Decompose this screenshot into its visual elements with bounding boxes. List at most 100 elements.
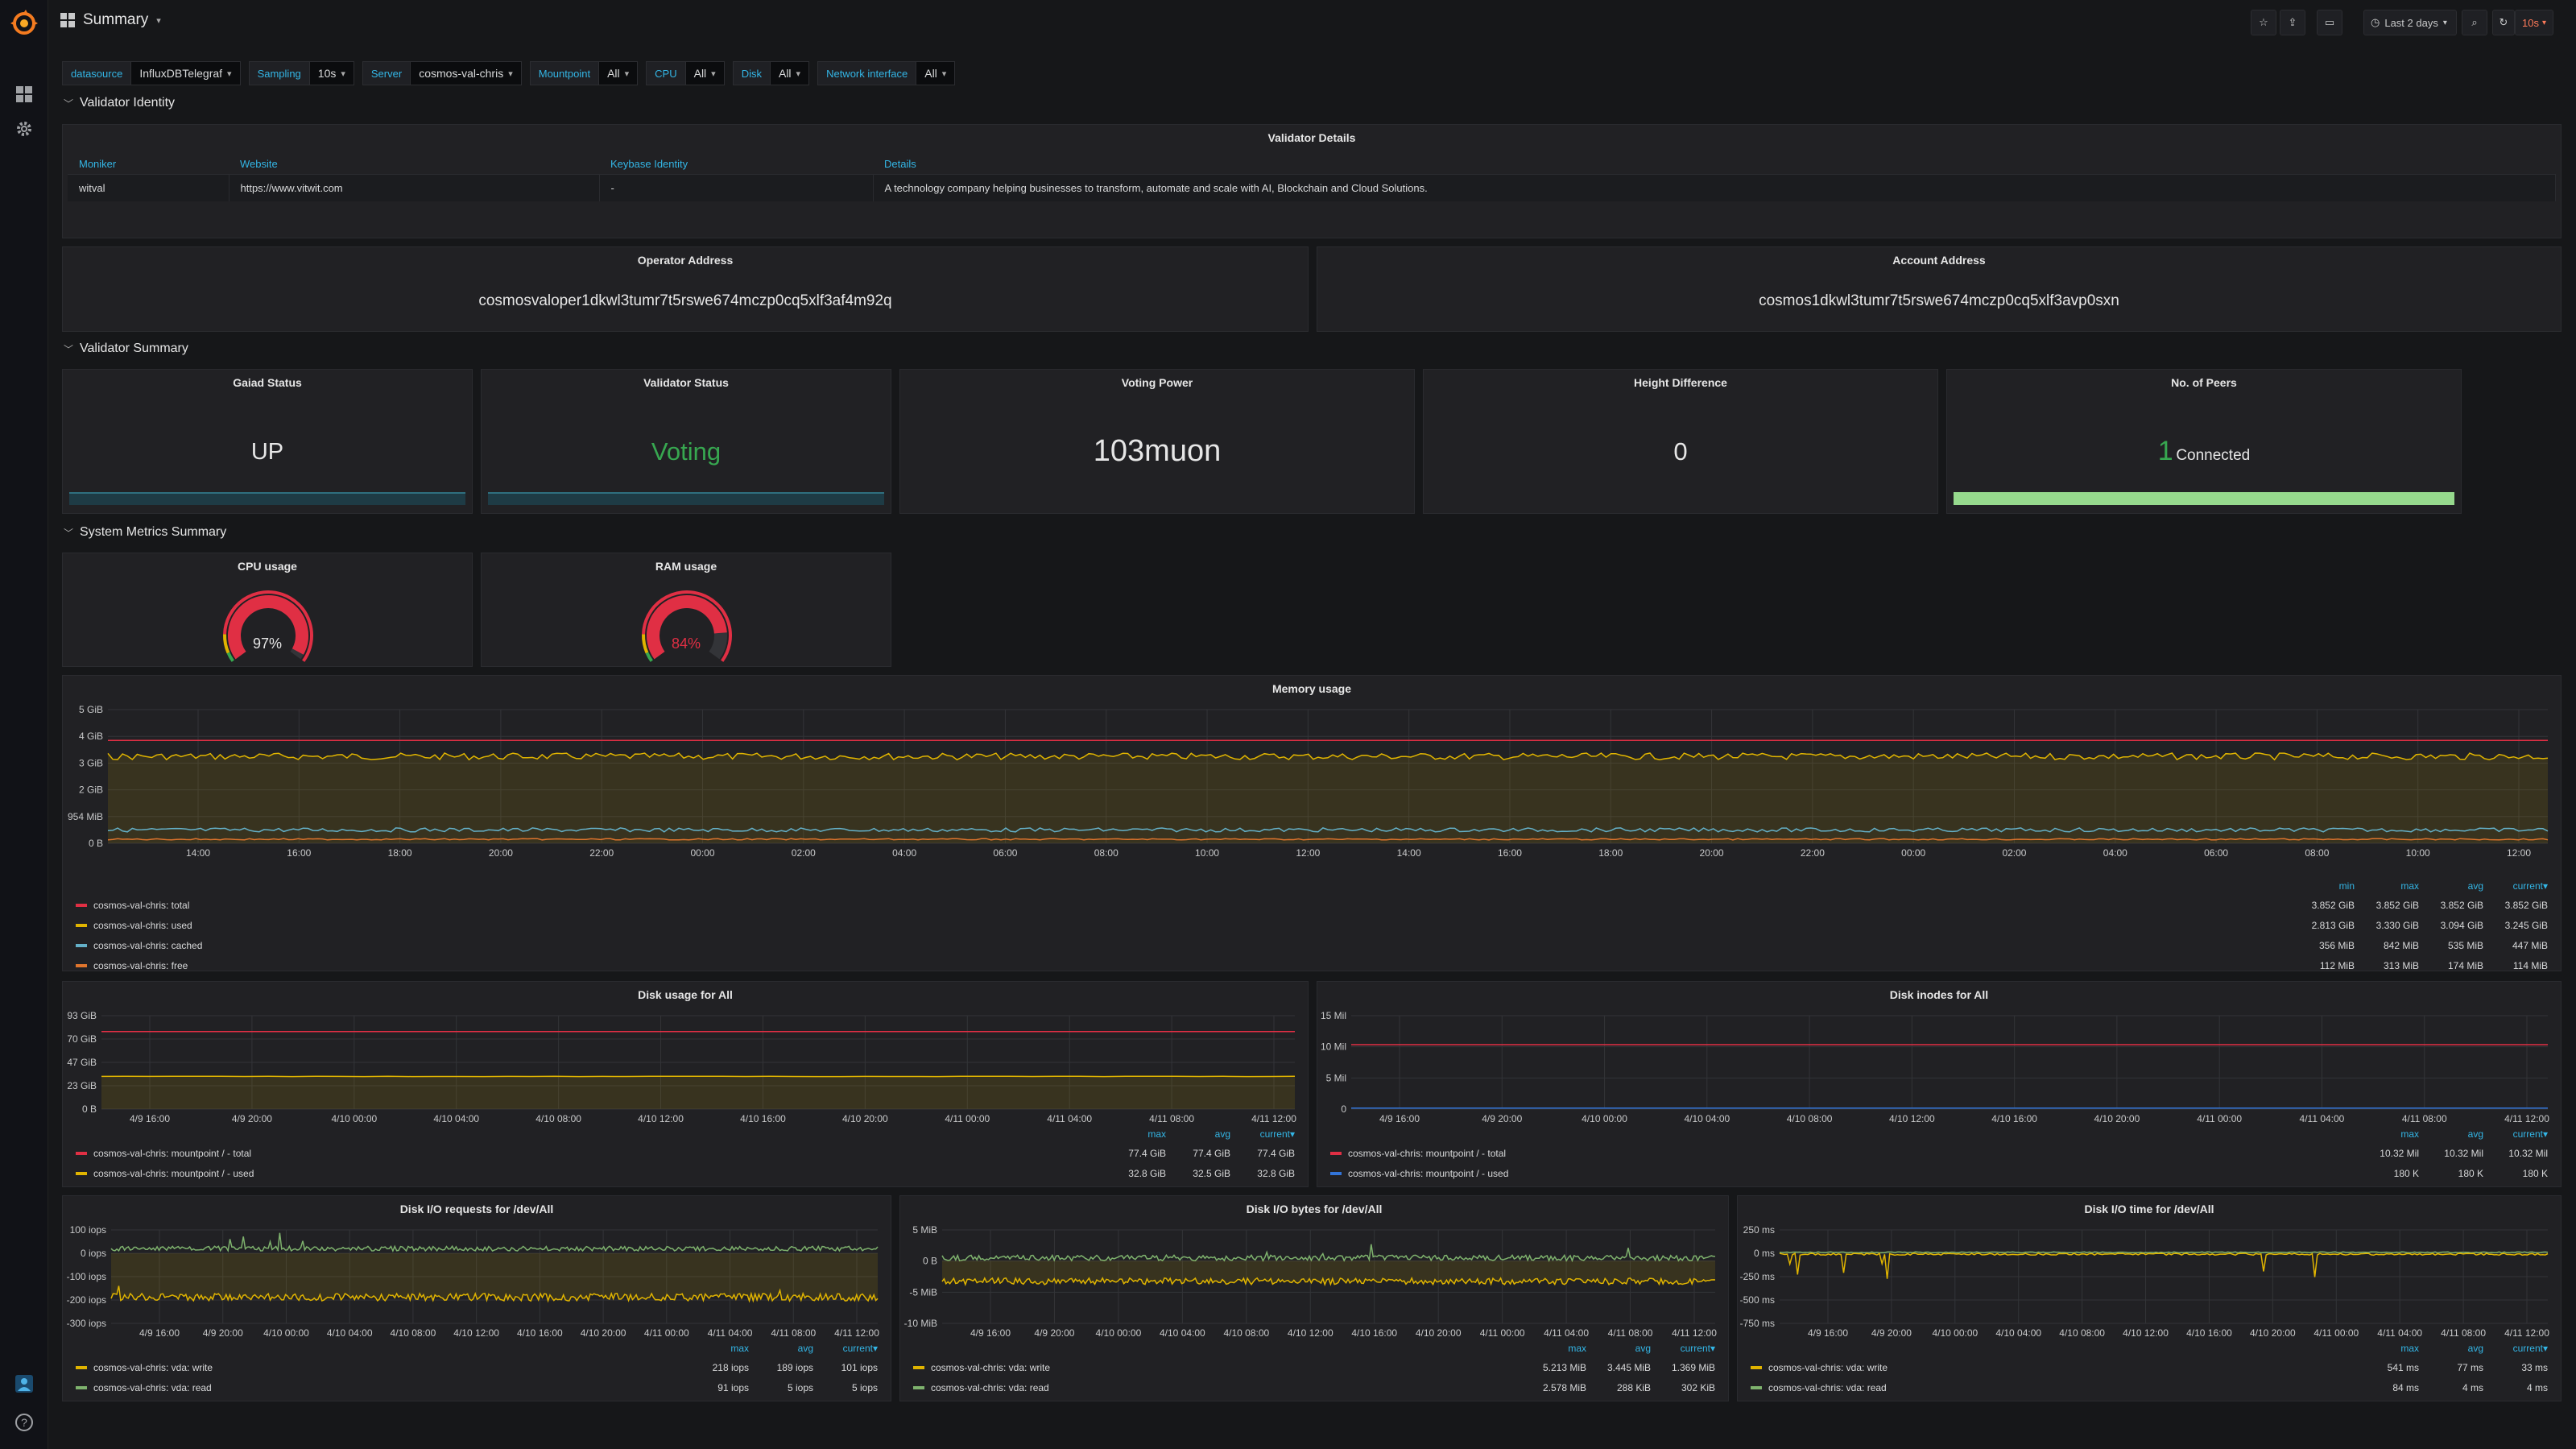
legend-item[interactable]: cosmos-val-chris: mountpoint / - used 180… <box>1330 1163 2548 1183</box>
sidebar: ? <box>0 0 48 1449</box>
legend-item[interactable]: cosmos-val-chris: mountpoint / - used 32.… <box>76 1163 1295 1183</box>
disk-usage-chart[interactable]: 93 GiB 70 GiB 47 GiB 23 GiB 0 B 4/9 16:00 4/9 … <box>63 1006 1309 1127</box>
legend-item[interactable]: cosmos-val-chris: mountpoint / - total 77… <box>76 1143 1295 1163</box>
grafana-logo-icon[interactable] <box>10 10 38 37</box>
legend-column-header[interactable]: avg <box>1166 1128 1230 1140</box>
legend-column-header[interactable]: max <box>2355 1343 2419 1354</box>
row-validator-identity[interactable]: ﹀ Validator Identity <box>64 96 175 110</box>
variable-mountpoint[interactable]: Mountpoint All <box>529 61 639 85</box>
disk-io-bytes-chart[interactable]: 5 MiB 0 B -5 MiB -10 MiB 4/9 16:00 4/9 20:00 4… <box>900 1220 1730 1341</box>
variable-select[interactable]: All <box>916 61 956 85</box>
legend-column-header[interactable]: avg <box>1586 1343 1651 1354</box>
dashboard-picker[interactable]: Summary ▾ <box>60 11 161 29</box>
legend-value: 10.32 Mil <box>2508 1147 2548 1159</box>
legend-column-header[interactable]: current▾ <box>813 1343 878 1354</box>
legend-column-header[interactable]: max <box>1102 1128 1166 1140</box>
variable-datasource[interactable]: datasource InfluxDBTelegraf <box>62 61 241 85</box>
row-validator-summary[interactable]: ﹀ Validator Summary <box>64 342 188 356</box>
tv-mode-button[interactable]: ▭ <box>2317 10 2342 35</box>
table-header-cell[interactable]: Details <box>873 154 2556 175</box>
legend-column-header[interactable]: min <box>2290 880 2355 892</box>
legend-value: 302 KiB <box>1681 1381 1715 1393</box>
legend-value: 3.852 GiB <box>2375 899 2419 911</box>
legend-item[interactable]: cosmos-val-chris: used 2.813 GiB 3.330 GiB… <box>76 915 2548 935</box>
legend-column-header[interactable]: max <box>2355 1128 2419 1140</box>
x-tick-label: 4/9 20:00 <box>1482 1113 1522 1124</box>
legend-column-header[interactable]: max <box>684 1343 749 1354</box>
legend-item[interactable]: cosmos-val-chris: vda: read 2.578 MiB 288 … <box>913 1377 1715 1397</box>
legend-value: 3.094 GiB <box>2440 919 2483 931</box>
gauge-threshold <box>226 652 234 662</box>
refresh-button[interactable]: ↻ <box>2492 10 2515 35</box>
y-tick-label: 954 MiB <box>68 811 103 822</box>
table-cell: - <box>599 174 874 201</box>
x-tick-label: 4/10 16:00 <box>2186 1327 2232 1339</box>
variable-network-interface[interactable]: Network interface All <box>817 61 956 85</box>
variable-select[interactable]: 10s <box>309 61 354 85</box>
legend-column-header[interactable]: max <box>1522 1343 1586 1354</box>
peers-value: 1 Connected <box>1947 436 2461 467</box>
legend-item[interactable]: cosmos-val-chris: vda: write 218 iops 189 … <box>76 1357 878 1377</box>
variable-select[interactable]: cosmos-val-chris <box>411 61 522 85</box>
legend-series-name: cosmos-val-chris: mountpoint / - total <box>93 1147 252 1159</box>
variable-disk[interactable]: Disk All <box>732 61 810 85</box>
x-tick-label: 18:00 <box>388 847 412 859</box>
variable-select[interactable]: All <box>770 61 810 85</box>
legend-item[interactable]: cosmos-val-chris: free 112 MiB 313 MiB 174 … <box>76 955 2548 971</box>
legend-column-header[interactable]: avg <box>2419 1343 2483 1354</box>
help-icon[interactable]: ? <box>14 1413 34 1432</box>
y-tick-label: 93 GiB <box>67 1010 97 1021</box>
x-tick-label: 4/11 04:00 <box>708 1327 753 1339</box>
legend-item[interactable]: cosmos-val-chris: cached 356 MiB 842 MiB 53… <box>76 935 2548 955</box>
x-tick-label: 18:00 <box>1598 847 1623 859</box>
legend-item[interactable]: cosmos-val-chris: vda: read 84 ms 4 ms 4 ms <box>1751 1377 2548 1397</box>
legend-column-header[interactable]: current▾ <box>1651 1343 1715 1354</box>
x-tick-label: 4/11 00:00 <box>1480 1327 1525 1339</box>
disk-io-requests-chart[interactable]: 100 iops 0 iops -100 iops -200 iops -300 iop… <box>63 1220 892 1341</box>
time-picker-button[interactable]: ◷ Last 2 days ▾ <box>2363 10 2457 35</box>
legend-column-header[interactable]: current▾ <box>2483 1128 2548 1140</box>
disk-inodes-chart[interactable]: 15 Mil 10 Mil 5 Mil 0 4/9 16:00 4/9 20:00 4/10… <box>1317 1006 2562 1127</box>
variable-cpu[interactable]: CPU All <box>646 61 725 85</box>
legend-item[interactable]: cosmos-val-chris: mountpoint / - total 10… <box>1330 1143 2548 1163</box>
row-system-metrics[interactable]: ﹀ System Metrics Summary <box>64 525 226 540</box>
dashboard-title: Summary <box>83 11 149 28</box>
disk-usage-panel: Disk usage for All 93 GiB 70 GiB 47 GiB 23 … <box>62 981 1309 1187</box>
legend-item[interactable]: cosmos-val-chris: vda: write 5.213 MiB 3.4… <box>913 1357 1715 1377</box>
dashboards-icon[interactable] <box>14 85 34 104</box>
disk-io-time-chart[interactable]: 250 ms 0 ms -250 ms -500 ms -750 ms 4/9 16:00… <box>1738 1220 2562 1341</box>
legend-column-header[interactable]: current▾ <box>2483 1343 2548 1354</box>
variable-sampling[interactable]: Sampling 10s <box>248 61 354 85</box>
y-tick-label: 0 B <box>923 1256 937 1267</box>
legend-column-header[interactable]: avg <box>749 1343 813 1354</box>
legend-column-header[interactable]: max <box>2355 880 2419 892</box>
star-button[interactable]: ☆ <box>2251 10 2276 35</box>
legend-column-header[interactable]: current▾ <box>2483 880 2548 892</box>
gear-icon[interactable] <box>14 119 34 139</box>
disk-io-bytes-panel: Disk I/O bytes for /dev/All 5 MiB 0 B -5 M… <box>899 1195 1729 1401</box>
legend-item[interactable]: cosmos-val-chris: vda: write 541 ms 77 ms 3… <box>1751 1357 2548 1377</box>
variable-select[interactable]: All <box>599 61 639 85</box>
legend-column-header[interactable]: avg <box>2419 880 2483 892</box>
sparkline <box>69 492 465 505</box>
refresh-interval-picker[interactable]: 10s ▾ <box>2515 10 2553 35</box>
zoom-out-button[interactable]: ⌕ <box>2462 10 2487 35</box>
legend-column-header[interactable]: avg <box>2419 1128 2483 1140</box>
legend-series-name: cosmos-val-chris: vda: read <box>931 1381 1049 1393</box>
series-area <box>101 1076 1295 1109</box>
legend-item[interactable]: cosmos-val-chris: vda: read 91 iops 5 iops… <box>76 1377 878 1397</box>
variable-select[interactable]: InfluxDBTelegraf <box>131 61 241 85</box>
variable-server[interactable]: Server cosmos-val-chris <box>362 61 522 85</box>
share-button[interactable]: ⇪ <box>2280 10 2305 35</box>
table-header-cell[interactable]: Keybase Identity <box>599 154 873 175</box>
legend-item[interactable]: cosmos-val-chris: total 3.852 GiB 3.852 Gi… <box>76 895 2548 915</box>
y-tick-label: -750 ms <box>1740 1318 1775 1329</box>
variable-select[interactable]: All <box>685 61 725 85</box>
memory-usage-chart[interactable]: 5 GiB 4 GiB 3 GiB 2 GiB 954 MiB 0 B 14:00 16:00… <box>63 700 2562 861</box>
user-avatar-icon[interactable] <box>14 1374 34 1393</box>
table-header-cell[interactable]: Website <box>229 154 599 175</box>
x-tick-label: 4/10 00:00 <box>1582 1113 1627 1124</box>
x-tick-label: 20:00 <box>489 847 513 859</box>
table-header-cell[interactable]: Moniker <box>68 154 229 175</box>
legend-column-header[interactable]: current▾ <box>1230 1128 1295 1140</box>
